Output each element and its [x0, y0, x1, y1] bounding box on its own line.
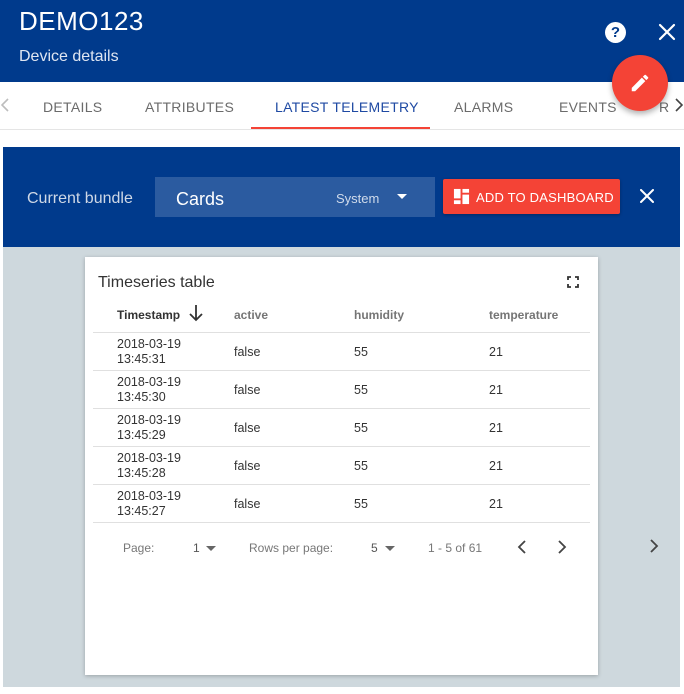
cell-date: 2018-03-19	[117, 375, 181, 389]
close-icon[interactable]	[640, 189, 654, 203]
add-to-dashboard-button[interactable]: ADD TO DASHBOARD	[443, 179, 620, 214]
column-timestamp[interactable]: Timestamp	[117, 308, 180, 322]
tab-events[interactable]: EVENTS	[559, 99, 617, 115]
table-row: 2018-03-19 13:45:27 false 55 21	[93, 485, 590, 523]
timeseries-widget: Timeseries table Timestamp active humidi…	[85, 257, 598, 675]
table-row: 2018-03-19 13:45:28 false 55 21	[93, 447, 590, 485]
cell-timestamp: 2018-03-19 13:45:31	[117, 337, 181, 367]
column-humidity[interactable]: humidity	[354, 308, 404, 322]
bundle-select[interactable]: Cards System	[155, 177, 435, 217]
widget-title: Timeseries table	[98, 274, 215, 291]
chevron-right-icon[interactable]	[649, 539, 659, 553]
cell-date: 2018-03-19	[117, 413, 181, 427]
table-row: 2018-03-19 13:45:29 false 55 21	[93, 409, 590, 447]
tab-attributes[interactable]: ATTRIBUTES	[145, 99, 234, 115]
cell-active: false	[234, 383, 261, 397]
cell-humidity: 55	[354, 383, 368, 397]
dashboard-area: Current bundle Cards System ADD TO DASHB…	[3, 147, 680, 687]
column-temperature[interactable]: temperature	[489, 308, 558, 322]
help-icon[interactable]: ?	[605, 22, 626, 43]
cell-temperature: 21	[489, 497, 503, 511]
tab-alarms[interactable]: ALARMS	[454, 99, 513, 115]
rows-per-page-label: Rows per page:	[249, 541, 334, 555]
tab-bar: DETAILS ATTRIBUTES LATEST TELEMETRY ALAR…	[0, 82, 684, 130]
cell-date: 2018-03-19	[117, 337, 181, 351]
panel-header: DEMO123 Device details ?	[0, 0, 684, 82]
cell-active: false	[234, 459, 261, 473]
cell-temperature: 21	[489, 459, 503, 473]
chevron-right-icon[interactable]	[557, 540, 567, 554]
tab-latest-telemetry[interactable]: LATEST TELEMETRY	[275, 99, 419, 115]
cell-timestamp: 2018-03-19 13:45:30	[117, 375, 181, 405]
caret-down-icon	[397, 194, 407, 199]
rows-per-page-select[interactable]: 5	[371, 541, 378, 555]
table-row: 2018-03-19 13:45:31 false 55 21	[93, 333, 590, 371]
cell-active: false	[234, 421, 261, 435]
table-row: 2018-03-19 13:45:30 false 55 21	[93, 371, 590, 409]
bundle-scope: System	[336, 191, 380, 206]
tab-details[interactable]: DETAILS	[43, 99, 102, 115]
close-icon[interactable]	[657, 22, 677, 42]
chevron-right-icon[interactable]	[675, 98, 683, 112]
cell-active: false	[234, 345, 261, 359]
cell-humidity: 55	[354, 345, 368, 359]
bundle-value: Cards	[176, 189, 225, 209]
arrow-down-icon[interactable]	[189, 304, 203, 322]
cell-timestamp: 2018-03-19 13:45:29	[117, 413, 181, 443]
cell-timestamp: 2018-03-19 13:45:28	[117, 451, 181, 481]
chevron-left-icon[interactable]	[1, 98, 9, 112]
dashboard-icon	[453, 188, 470, 205]
table-pager: Page: 1 Rows per page: 5 1 - 5 of 61	[85, 533, 598, 561]
cell-date: 2018-03-19	[117, 489, 181, 503]
cell-active: false	[234, 497, 261, 511]
cell-temperature: 21	[489, 421, 503, 435]
cell-humidity: 55	[354, 459, 368, 473]
cell-time: 13:45:28	[117, 466, 166, 480]
edit-button[interactable]	[612, 55, 668, 111]
table-header: Timestamp active humidity temperature	[93, 297, 590, 333]
caret-down-icon[interactable]	[385, 546, 395, 551]
page-range: 1 - 5 of 61	[428, 541, 483, 555]
add-to-dashboard-label: ADD TO DASHBOARD	[476, 190, 614, 205]
edit-icon	[631, 74, 649, 92]
page-select[interactable]: 1	[193, 541, 200, 555]
fullscreen-icon[interactable]	[567, 276, 579, 288]
device-details-panel: DEMO123 Device details ? DETAILS ATTRIBU…	[0, 0, 684, 694]
cell-time: 13:45:29	[117, 428, 166, 442]
panel-subtitle: Device details	[19, 48, 119, 65]
device-title: DEMO123	[19, 6, 144, 36]
cell-date: 2018-03-19	[117, 451, 181, 465]
column-active[interactable]: active	[234, 308, 268, 322]
cell-temperature: 21	[489, 345, 503, 359]
caret-down-icon[interactable]	[206, 546, 216, 551]
cell-time: 13:45:27	[117, 504, 166, 518]
active-tab-indicator	[251, 127, 430, 129]
cell-time: 13:45:31	[117, 352, 166, 366]
bundle-label: Current bundle	[27, 190, 133, 207]
cell-humidity: 55	[354, 421, 368, 435]
cell-time: 13:45:30	[117, 390, 166, 404]
cell-temperature: 21	[489, 383, 503, 397]
cell-timestamp: 2018-03-19 13:45:27	[117, 489, 181, 519]
bundle-toolbar: Current bundle Cards System ADD TO DASHB…	[3, 147, 680, 247]
page-label: Page:	[123, 541, 155, 555]
chevron-left-icon[interactable]	[517, 540, 527, 554]
cell-humidity: 55	[354, 497, 368, 511]
